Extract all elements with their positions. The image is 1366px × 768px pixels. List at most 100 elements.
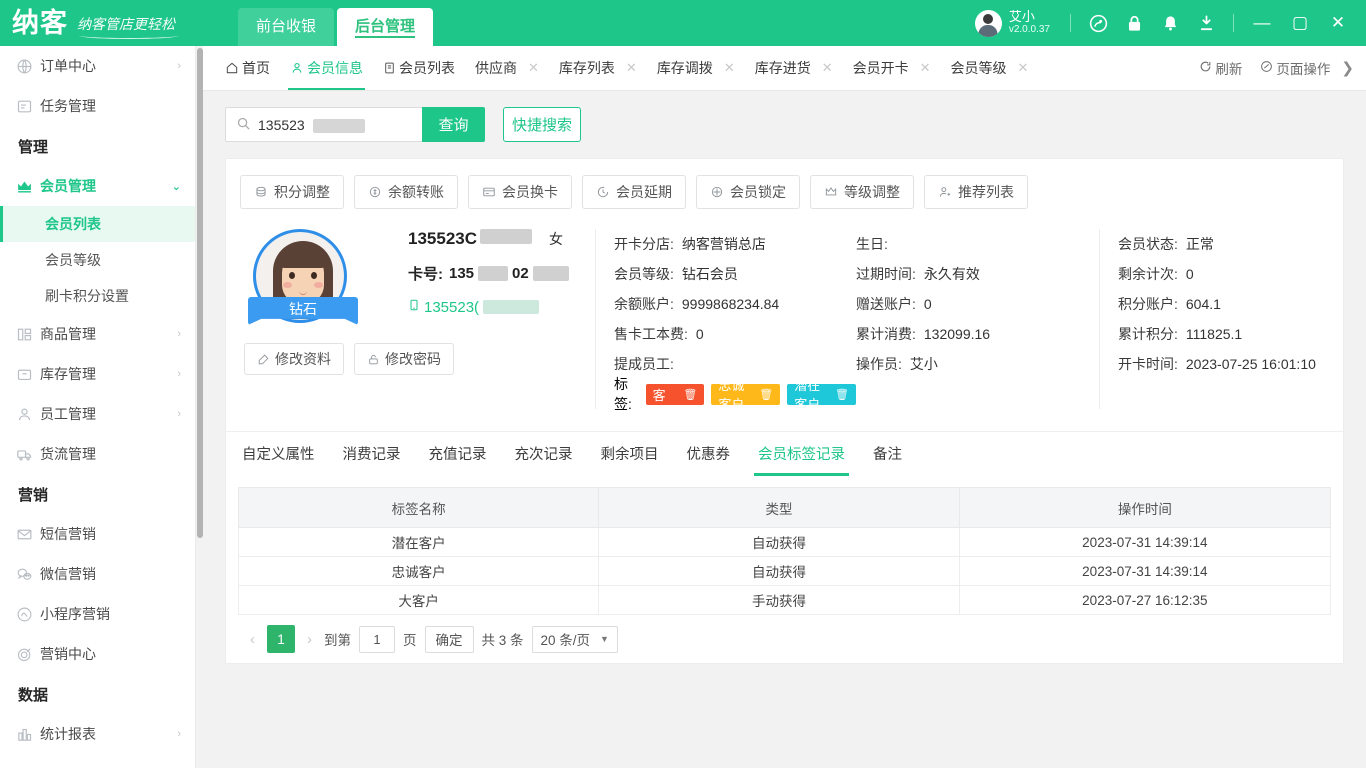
- tab-label: 库存调拨: [656, 60, 713, 76]
- sidebar-item-sms-marketing[interactable]: 短信营销: [0, 514, 195, 554]
- member-fields-col2: 生日: 过期时间: 永久有效 赠送账户: 0 累计消费: 132099.16 操作员:…: [856, 229, 1078, 409]
- crown-icon: [824, 185, 838, 199]
- sidebar-item-staff-management[interactable]: 员工管理 ›: [0, 394, 195, 434]
- sidebar-group-management: 管理: [18, 138, 49, 156]
- user-menu[interactable]: 艾小 v2.0.0.37: [974, 9, 1060, 37]
- sidebar-subitem-label: 会员等级: [45, 252, 101, 268]
- member-gender: 女: [549, 231, 564, 247]
- subtab-member-tag-records[interactable]: 会员标签记录: [754, 432, 849, 476]
- close-icon[interactable]: ✕: [724, 60, 735, 76]
- cell-type: 自动获得: [598, 556, 960, 586]
- mode-tab-backoffice[interactable]: 后台管理: [337, 8, 433, 46]
- cell-tag-name: 忠诚客户: [237, 556, 600, 586]
- trash-icon[interactable]: 🗑: [683, 388, 697, 401]
- sidebar-item-card-points-settings[interactable]: 刷卡积分设置: [0, 278, 195, 314]
- subtab-remarks[interactable]: 备注: [873, 432, 902, 476]
- referral-list-button[interactable]: 推荐列表: [924, 175, 1028, 209]
- subtab-coupons[interactable]: 优惠券: [687, 432, 731, 476]
- tag-big-customer[interactable]: 大客户 🗑: [645, 369, 705, 422]
- edit-profile-button[interactable]: 修改资料: [244, 343, 344, 375]
- table-row[interactable]: 大客户 手动获得 2023-07-27 16:12:35: [237, 585, 1332, 615]
- tab-member-info[interactable]: 会员信息: [280, 46, 373, 90]
- balance-transfer-button[interactable]: 余额转账: [354, 175, 458, 209]
- close-icon[interactable]: ✕: [1018, 60, 1029, 76]
- sidebar-item-goods-management[interactable]: 商品管理 ›: [0, 314, 195, 354]
- close-icon[interactable]: ✕: [920, 60, 931, 76]
- tag-potential-customer[interactable]: 潜在客户 🗑: [787, 378, 857, 412]
- query-button[interactable]: 查询: [422, 107, 485, 142]
- close-icon[interactable]: ✕: [822, 60, 833, 76]
- sidebar-item-logistics-management[interactable]: 货流管理: [0, 434, 195, 474]
- inventory-icon: [16, 366, 38, 383]
- sidebar-item-orders[interactable]: 订单中心 ›: [0, 46, 195, 86]
- page-ops-icon: [1260, 60, 1273, 76]
- card-prefix: 135: [449, 265, 475, 282]
- brand-logo: 纳客 纳客管店更轻松: [0, 10, 238, 39]
- minimize-button[interactable]: —: [1244, 6, 1280, 40]
- field-member-status: 会员状态: 正常: [1118, 236, 1214, 252]
- tab-supplier[interactable]: 供应商 ✕: [465, 46, 549, 90]
- maximize-button[interactable]: ▢: [1282, 6, 1318, 40]
- table-row[interactable]: 潜在客户 自动获得 2023-07-31 14:39:14: [237, 527, 1332, 557]
- close-icon[interactable]: ✕: [626, 60, 637, 76]
- points-adjust-button[interactable]: 积分调整: [240, 175, 344, 209]
- sidebar-item-inventory-management[interactable]: 库存管理 ›: [0, 354, 195, 394]
- subtab-recharge-records[interactable]: 充值记录: [429, 432, 487, 476]
- sidebar-item-statistics-reports[interactable]: 统计报表 ›: [0, 714, 195, 754]
- sidebar-scrollbar[interactable]: [197, 48, 203, 538]
- close-icon[interactable]: ✕: [528, 60, 539, 76]
- bell-icon[interactable]: [1153, 6, 1187, 40]
- member-extend-button[interactable]: 会员延期: [582, 175, 686, 209]
- tab-inventory-transfer[interactable]: 库存调拨 ✕: [647, 46, 745, 90]
- prev-page-button[interactable]: ‹: [246, 631, 259, 648]
- download-icon[interactable]: [1189, 6, 1223, 40]
- mode-tab-frontdesk[interactable]: 前台收银: [238, 8, 334, 46]
- member-card-swap-button[interactable]: 会员换卡: [468, 175, 572, 209]
- member-lock-button[interactable]: 会员锁定: [696, 175, 800, 209]
- close-button[interactable]: ✕: [1320, 6, 1356, 40]
- member-fields-col1: 开卡分店: 纳客营销总店 会员等级: 钻石会员 余额账户: 9999868234.84…: [614, 229, 857, 422]
- page-number-1[interactable]: 1: [267, 625, 295, 653]
- headset-icon[interactable]: [1081, 6, 1115, 40]
- tab-home[interactable]: 首页: [215, 46, 280, 90]
- subtab-remaining-items[interactable]: 剩余项目: [601, 432, 659, 476]
- sidebar-item-member-level[interactable]: 会员等级: [0, 242, 195, 278]
- field-total-points: 累计积分: 111825.1: [1118, 326, 1243, 342]
- tab-inventory-list[interactable]: 库存列表 ✕: [549, 46, 647, 90]
- lock-icon[interactable]: [1117, 6, 1151, 40]
- tab-member-list[interactable]: 会员列表: [373, 46, 465, 90]
- trash-icon[interactable]: 🗑: [759, 388, 773, 401]
- table-row[interactable]: 忠诚客户 自动获得 2023-07-31 14:39:14: [237, 556, 1332, 586]
- tab-bar: 首页 会员信息 会员列表 供应商 ✕ 库存列表 ✕ 库存调拨 ✕ 库存进货 ✕ …: [203, 46, 1366, 91]
- sidebar-item-member-management[interactable]: 会员管理 ⌄: [0, 166, 195, 206]
- member-card-number: 卡号: 135 02: [408, 263, 595, 284]
- refresh-button[interactable]: 刷新: [1190, 58, 1251, 78]
- th-tag-name: 标签名称: [237, 487, 600, 528]
- sidebar-item-marketing-center[interactable]: 营销中心: [0, 634, 195, 674]
- tab-label: 首页: [242, 60, 270, 76]
- next-page-button[interactable]: ›: [303, 631, 316, 648]
- tab-member-card-open[interactable]: 会员开卡 ✕: [843, 46, 941, 90]
- tag-loyal-customer[interactable]: 忠诚客户 🗑: [711, 378, 781, 412]
- tab-inventory-purchase[interactable]: 库存进货 ✕: [745, 46, 843, 90]
- tab-label: 库存列表: [558, 60, 615, 76]
- tab-member-level[interactable]: 会员等级 ✕: [941, 46, 1039, 90]
- subtab-custom-attributes[interactable]: 自定义属性: [242, 432, 315, 476]
- sidebar-item-miniprogram-marketing[interactable]: 小程序营销: [0, 594, 195, 634]
- field-points-account: 积分账户: 604.1: [1118, 296, 1221, 312]
- member-avatar-block: 钻石 修改资料 修改密码: [240, 229, 454, 409]
- page-size-select[interactable]: 20 条/页 ▼: [531, 625, 618, 653]
- search-input[interactable]: 135523: [225, 107, 422, 142]
- subtab-consumption-records[interactable]: 消费记录: [343, 432, 401, 476]
- page-operations-button[interactable]: 页面操作: [1251, 58, 1339, 78]
- goto-confirm-button[interactable]: 确定: [424, 625, 474, 653]
- trash-icon[interactable]: 🗑: [835, 388, 849, 401]
- level-adjust-button[interactable]: 等级调整: [810, 175, 914, 209]
- goto-page-input[interactable]: 1: [359, 625, 395, 653]
- sidebar-item-wechat-marketing[interactable]: 微信营销: [0, 554, 195, 594]
- sidebar-item-tasks[interactable]: 任务管理: [0, 86, 195, 126]
- sidebar-item-member-list[interactable]: 会员列表: [0, 206, 195, 242]
- tab-scroll-right-icon[interactable]: ❯: [1339, 59, 1358, 77]
- quick-search-button[interactable]: 快捷搜索: [503, 107, 581, 142]
- subtab-count-recharge-records[interactable]: 充次记录: [515, 432, 573, 476]
